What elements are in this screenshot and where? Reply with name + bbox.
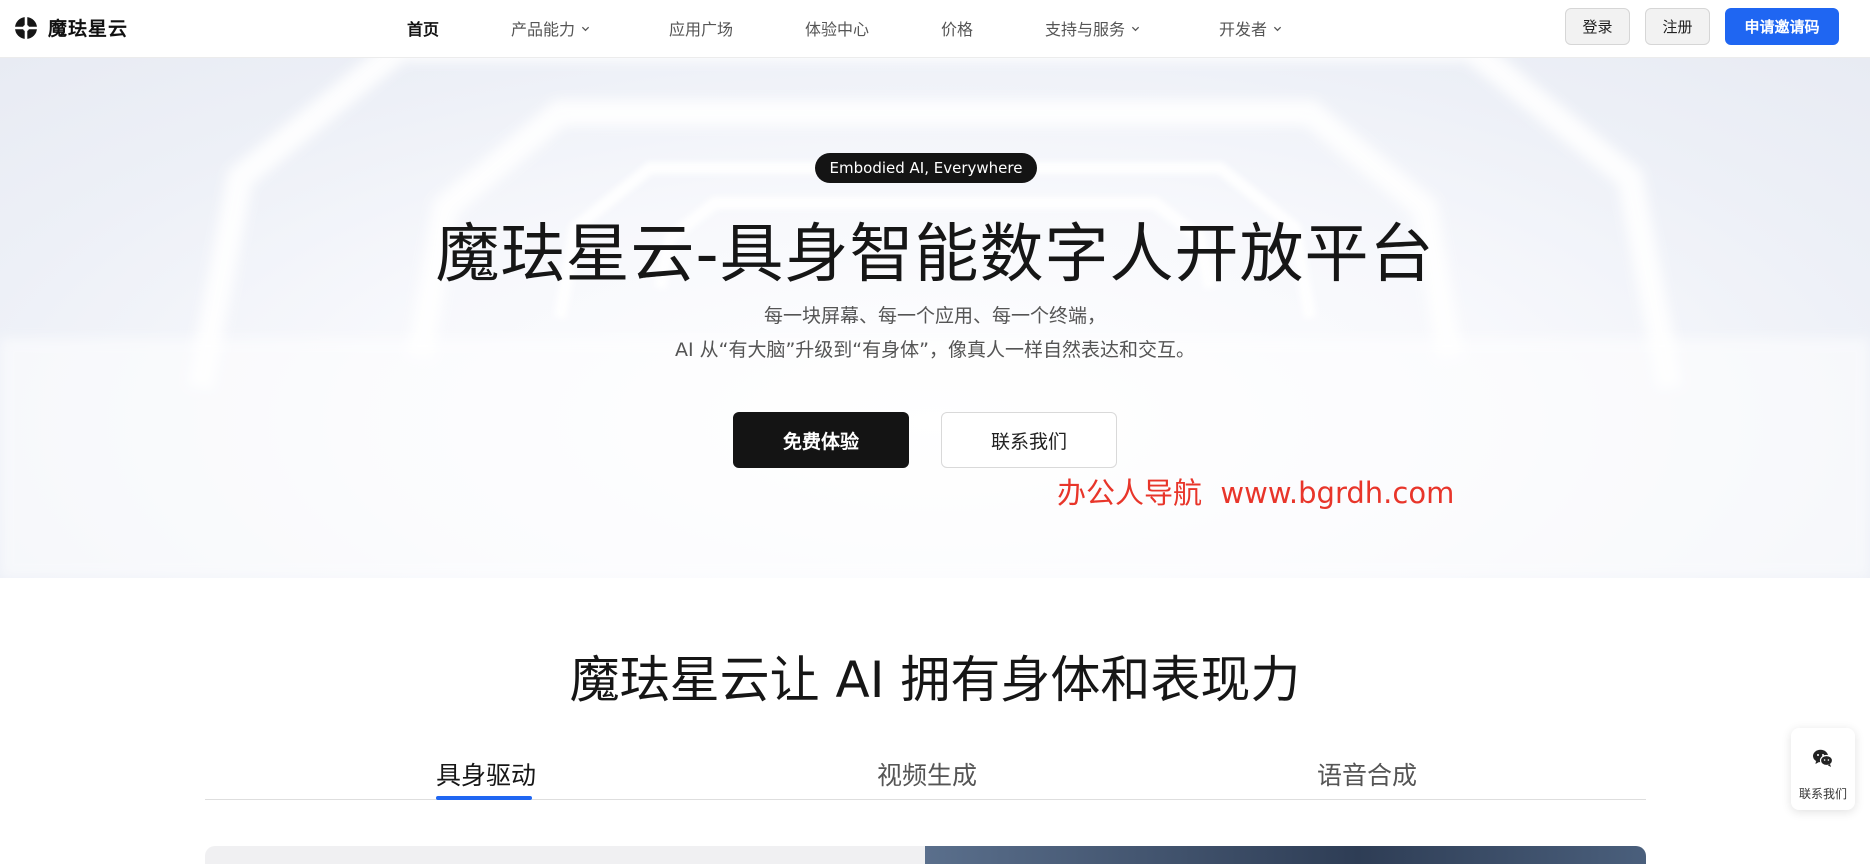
hero-subtitle-line1: 每一块屏幕、每一个应用、每一个终端， [763, 305, 1106, 327]
contact-us-button[interactable]: 联系我们 [941, 412, 1117, 468]
chevron-down-icon [1273, 26, 1282, 31]
free-trial-button[interactable]: 免费体验 [733, 412, 909, 468]
nav-item-label: 支持与服务 [1045, 20, 1126, 39]
active-tab-indicator [436, 796, 532, 800]
floating-contact-widget[interactable]: 联系我们 [1791, 728, 1855, 810]
nav-item-experience[interactable]: 体验中心 [805, 16, 869, 40]
section-title: 魔珐星云让 AI 拥有身体和表现力 [569, 651, 1301, 709]
feature-tabs: 具身驱动 视频生成 语音合成 [205, 748, 1646, 800]
tab-embodied-driving[interactable]: 具身驱动 [436, 756, 536, 792]
nav-item-label: 体验中心 [805, 20, 870, 39]
hero-tag-badge: Embodied AI, Everywhere [815, 153, 1037, 183]
top-navbar: 魔珐星云 首页 产品能力 应用广场 体验中心 价格 支持与服务 开发者 登录 注… [0, 0, 1870, 58]
nav-item-apps[interactable]: 应用广场 [669, 16, 733, 40]
nav-item-support[interactable]: 支持与服务 [1045, 16, 1140, 40]
login-button[interactable]: 登录 [1565, 8, 1630, 45]
nav-item-developer[interactable]: 开发者 [1219, 16, 1282, 40]
nav-item-pricing[interactable]: 价格 [941, 16, 973, 40]
feature-card-left [205, 846, 925, 864]
nav-item-label: 产品能力 [511, 20, 576, 39]
request-invite-button[interactable]: 申请邀请码 [1725, 8, 1839, 45]
chevron-down-icon [1131, 26, 1140, 31]
nav-item-label: 应用广场 [669, 20, 734, 39]
nav-item-home[interactable]: 首页 [407, 16, 439, 40]
floating-contact-label: 联系我们 [1798, 787, 1847, 801]
hero-section: Embodied AI, Everywhere 魔珐星云-具身智能数字人开放平台… [0, 58, 1870, 578]
tab-video-generation[interactable]: 视频生成 [877, 756, 977, 792]
wechat-icon [1813, 749, 1834, 767]
nav-item-label: 首页 [407, 20, 440, 39]
nav-item-label: 开发者 [1219, 20, 1268, 39]
tab-speech-synthesis[interactable]: 语音合成 [1317, 756, 1417, 792]
feature-card-image [925, 846, 1646, 864]
hero-title: 魔珐星云-具身智能数字人开放平台 [435, 218, 1435, 292]
nav-item-label: 价格 [941, 20, 974, 39]
nav-item-product[interactable]: 产品能力 [511, 16, 590, 40]
register-button[interactable]: 注册 [1645, 8, 1710, 45]
hero-subtitle-line2: AI 从“有大脑”升级到“有身体”，像真人一样自然表达和交互。 [674, 339, 1195, 361]
chevron-down-icon [581, 26, 590, 31]
watermark-text: 办公人导航 www.bgrdh.com [1057, 476, 1455, 510]
